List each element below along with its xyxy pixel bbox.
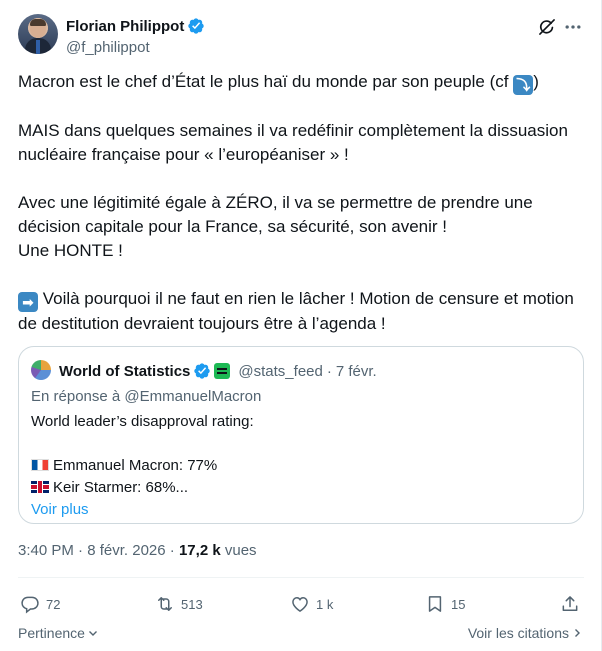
tweet-text-segment: Macron est le chef d’État le plus haï du…	[18, 72, 514, 91]
quoted-tweet-card[interactable]: World of Statistics @stats_feed · 7 févr…	[18, 346, 584, 524]
bookmark-button[interactable]: 15	[425, 592, 465, 616]
chevron-right-icon	[575, 629, 580, 637]
verified-badge-icon	[188, 18, 205, 34]
separator-dot: ·	[73, 542, 88, 559]
author-avatar[interactable]	[18, 14, 58, 54]
verified-badge-icon	[194, 363, 211, 379]
author-handle[interactable]: @f_philippot	[66, 38, 205, 58]
tweet-paragraph-3b: Une HONTE !	[18, 241, 123, 260]
uk-flag-icon	[31, 481, 49, 493]
quoted-line-3: Keir Starmer: 68%...	[31, 477, 571, 499]
reply-count: 72	[46, 596, 61, 612]
repost-button[interactable]: 513	[155, 592, 203, 616]
view-quotes-label: Voir les citations	[467, 625, 569, 641]
tweet-meta: 3:40 PM · 8 févr. 2026 · 17,2 k vues	[18, 541, 257, 561]
arrow-down-emoji-icon: ⤵	[513, 75, 534, 95]
quoted-tweet-header: World of Statistics @stats_feed · 7 févr…	[59, 361, 377, 381]
quoted-line-1: World leader’s disapproval rating:	[31, 413, 254, 430]
separator-dot: ·	[165, 542, 179, 559]
tweet-time[interactable]: 3:40 PM	[18, 542, 74, 559]
tweet-paragraph-4: ➡ Voilà pourquoi il ne faut en rien le l…	[18, 287, 584, 336]
quoted-line-2-text: Emmanuel Macron: 77%	[53, 457, 218, 474]
divider	[18, 577, 584, 578]
chevron-down-icon	[88, 631, 97, 636]
repost-icon	[158, 597, 172, 611]
tweet-paragraph-3: Avec une légitimité égale à ZÉRO, il va …	[18, 193, 533, 236]
quoted-reply-context: En réponse à @EmmanuelMacron	[31, 388, 262, 405]
view-quotes-link[interactable]: Voir les citations	[468, 625, 583, 641]
share-button[interactable]	[560, 592, 580, 616]
arrow-right-emoji-icon: ➡	[18, 292, 38, 312]
bookmark-count: 15	[451, 596, 466, 612]
share-icon	[562, 596, 578, 611]
views-count: 17,2 k	[178, 542, 221, 559]
quoted-author-avatar[interactable]	[31, 360, 51, 380]
affiliate-badge-icon	[214, 363, 231, 379]
france-flag-icon	[31, 459, 49, 471]
author-display-name[interactable]: Florian Philippot	[66, 18, 184, 35]
author-block: Florian Philippot @f_philippot	[66, 16, 205, 58]
bookmark-icon	[428, 596, 442, 612]
views-label: vues	[220, 542, 257, 559]
tweet-paragraph-2: MAIS dans quelques semaines il va redéfi…	[18, 121, 568, 164]
quoted-tweet-body: World leader’s disapproval rating: Emman…	[31, 411, 571, 521]
relevance-label: Pertinence	[18, 625, 85, 641]
relevance-sort-dropdown[interactable]: Pertinence	[18, 625, 99, 641]
quoted-tweet-date[interactable]: 7 févr.	[336, 363, 377, 380]
tweet-text-segment: Voilà pourquoi il ne faut en rien le lâc…	[18, 289, 574, 333]
tweet-detail: Florian Philippot @f_philippot Macron es…	[0, 0, 602, 651]
separator-dot: ·	[326, 362, 332, 380]
quoted-author-name[interactable]: World of Statistics	[59, 363, 190, 380]
see-more-link[interactable]: Voir plus	[31, 499, 571, 521]
tweet-text-segment: )	[533, 72, 539, 91]
tweet-date[interactable]: 8 févr. 2026	[87, 542, 165, 559]
more-options-icon[interactable]	[563, 17, 583, 37]
tweet-text: Macron est le chef d’État le plus haï du…	[18, 70, 584, 336]
action-bar: 72 513 1 k 15	[18, 592, 584, 616]
grok-icon[interactable]	[537, 17, 557, 37]
like-count: 1 k	[316, 596, 334, 612]
quoted-author-handle[interactable]: @stats_feed	[238, 363, 322, 380]
reply-icon	[21, 596, 39, 614]
author-name-row: Florian Philippot	[66, 16, 205, 36]
quoted-line-3-text: Keir Starmer: 68%...	[53, 479, 189, 496]
tweet-paragraph-1: Macron est le chef d’État le plus haï du…	[18, 70, 584, 95]
heart-icon	[292, 596, 308, 612]
like-button[interactable]: 1 k	[290, 592, 333, 616]
repost-count: 513	[181, 596, 203, 612]
reply-button[interactable]: 72	[20, 592, 60, 616]
quoted-line-2: Emmanuel Macron: 77%	[31, 455, 571, 477]
